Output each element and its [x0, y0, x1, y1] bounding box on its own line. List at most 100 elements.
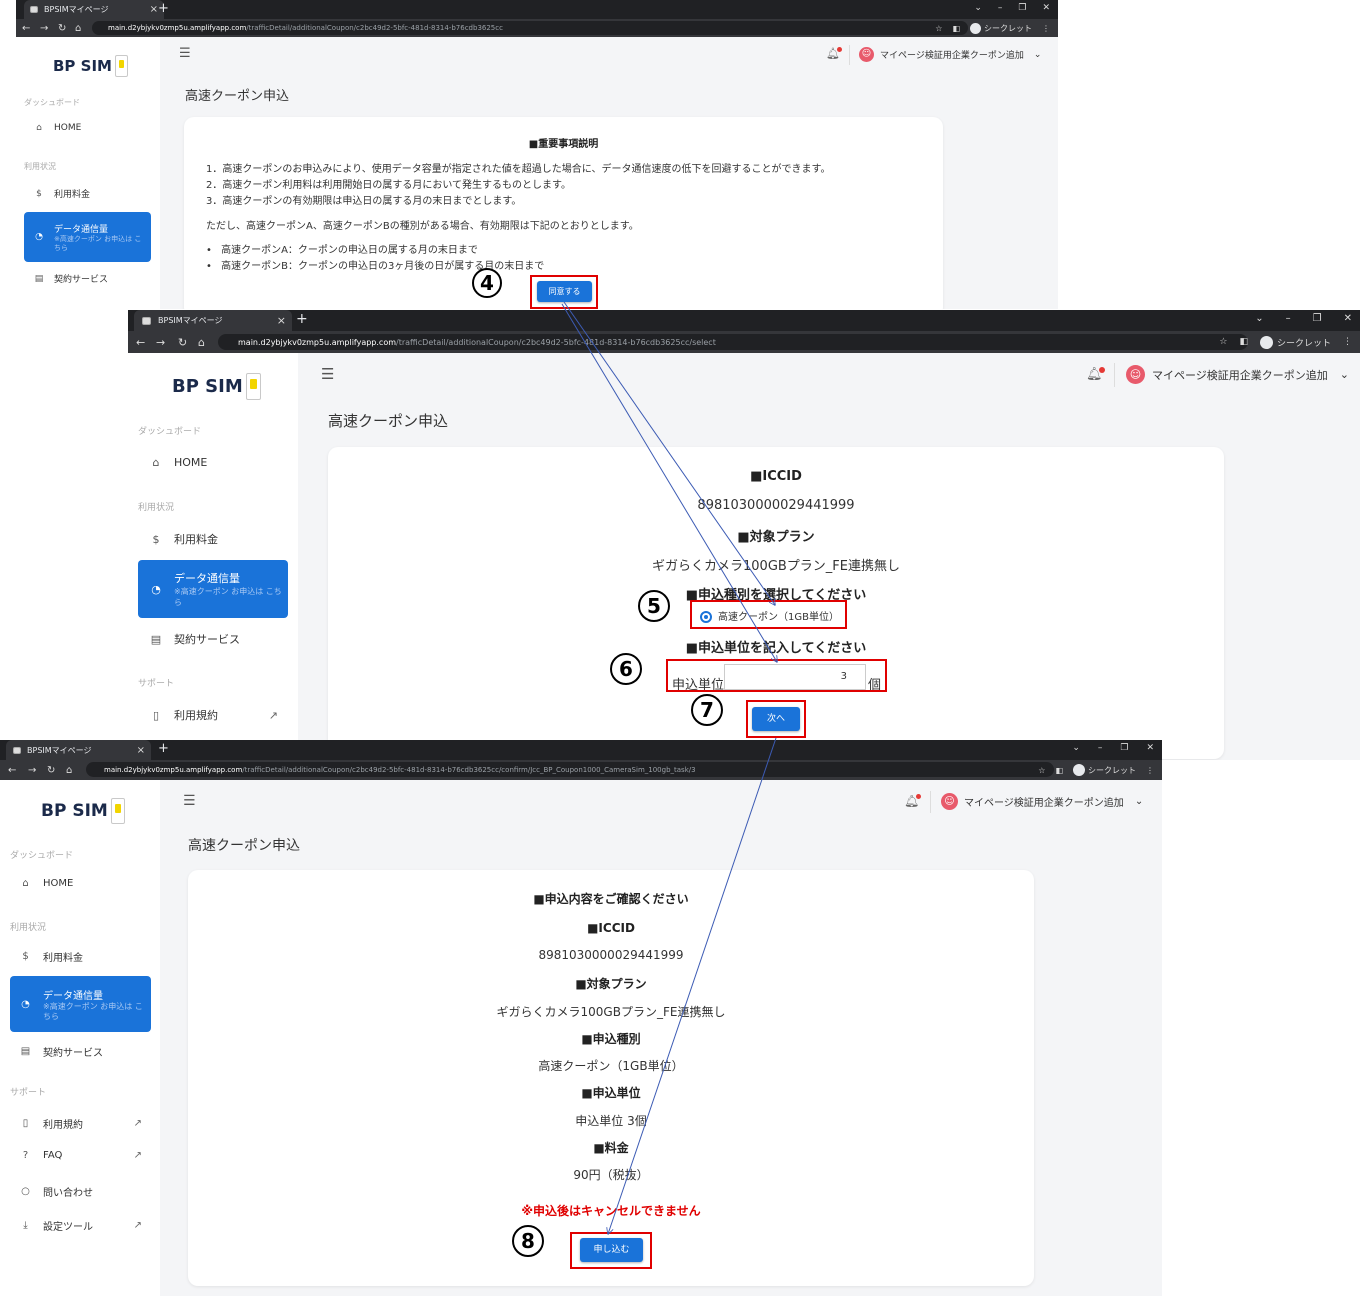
sidebar-item-faq[interactable]: ? FAQ ↗: [18, 1150, 142, 1161]
chevron-down-icon[interactable]: ⌄: [974, 3, 982, 13]
sidebar-item-contract[interactable]: ▤ 契約サービス: [148, 631, 240, 647]
unit-value: 申込単位 3個: [575, 1114, 647, 1128]
menu-dots-icon[interactable]: ⋮: [1146, 766, 1154, 775]
sidebar-item-label: FAQ: [43, 1150, 63, 1161]
sidebar-item-label: 利用料金: [174, 533, 218, 546]
sidebar-item-label: 利用規約: [43, 1120, 83, 1131]
sidebar-item-fee[interactable]: $ 利用料金: [32, 187, 90, 201]
sidebar-item-home[interactable]: ⌂ HOME: [32, 123, 81, 133]
bullet-text: 高速クーポンA：クーポンの申込日の属する月の末日まで: [221, 245, 478, 256]
home-icon[interactable]: ⌂: [66, 765, 72, 776]
tab-close-icon[interactable]: ×: [137, 745, 145, 756]
confirm-heading: ■申込内容をご確認ください: [533, 892, 689, 906]
reload-icon[interactable]: ↻: [58, 23, 66, 34]
bookmark-star-icon[interactable]: ☆: [1038, 766, 1045, 775]
sidebar-item-home[interactable]: ⌂ HOME: [148, 456, 208, 469]
minimize-icon[interactable]: –: [1286, 313, 1291, 324]
menu-dots-icon[interactable]: ⋮: [1042, 24, 1050, 33]
incognito-indicator[interactable]: シークレット: [970, 22, 1032, 34]
sidebar-item-data[interactable]: ◔ データ通信量 ※高速クーポン お申込は こちら: [138, 560, 288, 618]
page-title: 高速クーポン申込: [188, 838, 300, 854]
sidebar-item-label: データ通信量: [43, 990, 103, 1002]
bookmark-star-icon[interactable]: ☆: [1219, 337, 1227, 347]
hamburger-menu-icon[interactable]: ☰: [321, 365, 334, 383]
incognito-indicator[interactable]: シークレット: [1259, 335, 1331, 349]
user-menu[interactable]: ☺ マイページ検証用企業クーポン追加 ⌄: [859, 47, 1041, 62]
restore-icon[interactable]: ❐: [1313, 313, 1322, 324]
user-menu[interactable]: ☺ マイページ検証用企業クーポン追加 ⌄: [1126, 365, 1349, 384]
browser-addressbar: ← → ↻ ⌂ main.d2ybjykv0zmp5u.amplifyapp.c…: [16, 19, 1058, 37]
tab-title: BPSIMマイページ: [44, 5, 109, 14]
section-dashboard: ダッシュボード: [24, 98, 80, 107]
sidebar-item-data[interactable]: ◔ データ通信量 ※高速クーポン お申込は こちら: [10, 976, 151, 1032]
type-heading: ■申込種別: [581, 1032, 641, 1046]
hamburger-menu-icon[interactable]: ☰: [183, 793, 196, 809]
url-bar[interactable]: main.d2ybjykv0zmp5u.amplifyapp.com/traff…: [218, 334, 1248, 350]
user-menu[interactable]: ☺ マイページ検証用企業クーポン追加 ⌄: [941, 793, 1143, 810]
notification-bell-icon[interactable]: 🔔︎: [1086, 367, 1105, 382]
sidebar-item-note: ※高速クーポン お申込は こちら: [174, 587, 282, 607]
reload-icon[interactable]: ↻: [178, 336, 187, 349]
user-name: マイページ検証用企業クーポン追加: [964, 798, 1124, 809]
notification-bell-icon[interactable]: 🔔︎: [904, 794, 922, 808]
sidebar-item-terms[interactable]: ▯ 利用規約 ↗: [148, 707, 278, 723]
sidebar-item-fee[interactable]: $ 利用料金: [18, 949, 83, 964]
browser-addressbar: ← → ↻ ⌂ main.d2ybjykv0zmp5u.amplifyapp.c…: [128, 331, 1360, 353]
back-icon[interactable]: ←: [136, 336, 145, 349]
sidebar-item-tools[interactable]: ⤓ 設定ツール ↗: [18, 1218, 142, 1233]
browser-tab[interactable]: BPSIMマイページ ×: [134, 310, 292, 331]
reload-icon[interactable]: ↻: [47, 765, 55, 776]
sidebar-item-terms[interactable]: ▯ 利用規約 ↗: [18, 1116, 142, 1131]
close-window-icon[interactable]: ✕: [1146, 743, 1154, 753]
sidepanel-icon[interactable]: ◧: [1055, 766, 1063, 775]
browser-tab[interactable]: BPSIMマイページ ×: [6, 740, 151, 760]
menu-dots-icon[interactable]: ⋮: [1343, 337, 1352, 347]
fee-heading: ■料金: [593, 1141, 629, 1155]
step-marker-4: 4: [472, 268, 502, 298]
browser-tab[interactable]: BPSIMマイページ ×: [24, 0, 164, 19]
sidebar-item-contract[interactable]: ▤ 契約サービス: [18, 1044, 103, 1059]
chevron-down-icon[interactable]: ⌄: [1255, 313, 1263, 324]
sidebar-item-fee[interactable]: $ 利用料金: [148, 531, 219, 547]
hamburger-menu-icon[interactable]: ☰: [179, 46, 191, 61]
incognito-indicator[interactable]: シークレット: [1073, 764, 1136, 776]
sidebar-item-home[interactable]: ⌂ HOME: [18, 878, 73, 889]
tab-close-icon[interactable]: ×: [277, 314, 286, 327]
restore-icon[interactable]: ❐: [1018, 3, 1026, 13]
restore-icon[interactable]: ❐: [1120, 743, 1128, 753]
new-tab-icon[interactable]: +: [158, 1, 169, 16]
back-icon[interactable]: ←: [8, 765, 16, 776]
external-link-icon: ↗: [133, 1150, 142, 1161]
chevron-down-icon[interactable]: ⌄: [1072, 743, 1080, 753]
home-icon[interactable]: ⌂: [198, 336, 205, 349]
home-icon[interactable]: ⌂: [75, 23, 81, 34]
bookmark-star-icon[interactable]: ☆: [935, 24, 942, 33]
notification-bell-icon[interactable]: 🔔︎: [826, 47, 842, 60]
back-icon[interactable]: ←: [22, 23, 30, 34]
sidepanel-icon[interactable]: ◧: [1239, 337, 1248, 347]
user-name: マイページ検証用企業クーポン追加: [880, 51, 1024, 61]
forward-icon[interactable]: →: [156, 336, 165, 349]
sidebar-item-contact[interactable]: ○ 問い合わせ: [18, 1184, 93, 1199]
url-host: main.d2ybjykv0zmp5u.amplifyapp.com: [238, 337, 397, 347]
sidepanel-icon[interactable]: ◧: [952, 24, 960, 33]
minimize-icon[interactable]: –: [1098, 743, 1103, 753]
notice-item-2: 2．高速クーポン利用料は利用開始日の属する月において発生するものとします。: [206, 180, 572, 191]
sidebar-item-label: HOME: [54, 123, 82, 133]
sidebar-item-label: データ通信量: [54, 224, 109, 235]
new-tab-icon[interactable]: +: [158, 741, 169, 756]
forward-icon[interactable]: →: [28, 765, 36, 776]
sidebar-item-data[interactable]: ◔ データ通信量 ※高速クーポン お申込は こちら: [24, 212, 151, 262]
url-bar[interactable]: main.d2ybjykv0zmp5u.amplifyapp.com/traff…: [86, 762, 1054, 777]
highlight-radio-option: [690, 600, 847, 629]
url-bar[interactable]: main.d2ybjykv0zmp5u.amplifyapp.com/traff…: [92, 21, 968, 35]
close-window-icon[interactable]: ✕: [1042, 3, 1050, 13]
chevron-down-icon: ⌄: [1339, 368, 1349, 381]
tab-close-icon[interactable]: ×: [150, 4, 158, 15]
minimize-icon[interactable]: –: [998, 3, 1003, 13]
new-tab-icon[interactable]: +: [296, 311, 308, 327]
sidebar-item-contract[interactable]: ▤ 契約サービス: [32, 272, 108, 286]
close-window-icon[interactable]: ✕: [1344, 313, 1352, 324]
pie-chart-icon: ◔: [21, 998, 30, 1010]
forward-icon[interactable]: →: [40, 23, 48, 34]
